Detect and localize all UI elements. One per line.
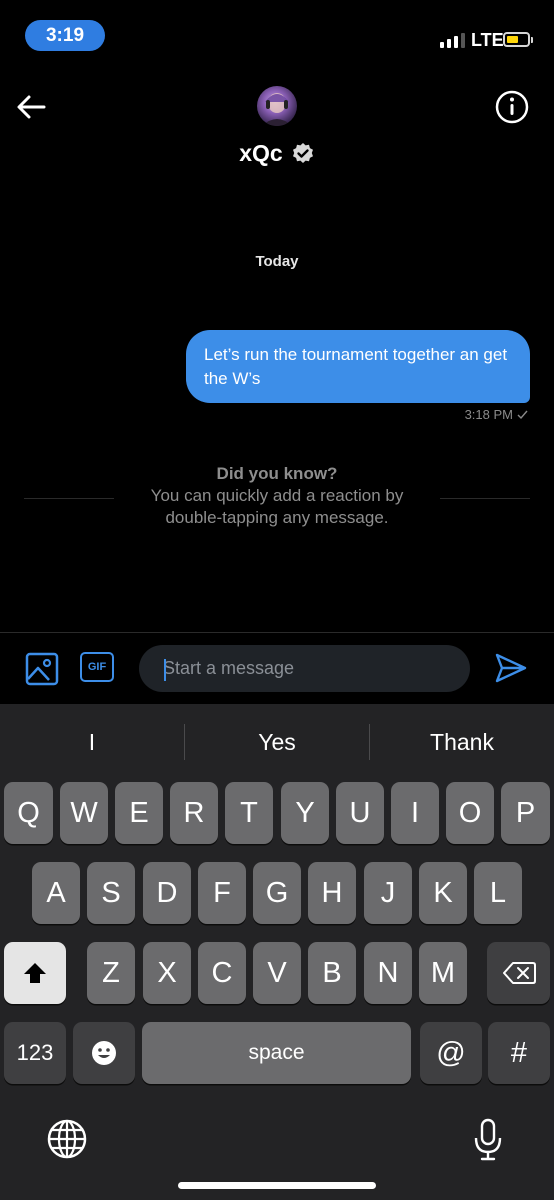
status-bar: 3:19 LTE bbox=[0, 0, 554, 70]
key-p[interactable]: P bbox=[501, 782, 550, 844]
send-icon bbox=[495, 653, 527, 683]
key-h[interactable]: H bbox=[308, 862, 356, 924]
key-u[interactable]: U bbox=[336, 782, 384, 844]
key-k[interactable]: K bbox=[419, 862, 467, 924]
info-icon bbox=[495, 90, 529, 124]
tip-title: Did you know? bbox=[216, 464, 338, 483]
key-v[interactable]: V bbox=[253, 942, 301, 1004]
suggestion-bar: I Yes Thank bbox=[0, 704, 554, 780]
message-input[interactable] bbox=[139, 645, 470, 692]
message-timestamp: 3:18 PM bbox=[465, 407, 528, 422]
message-composer: GIF bbox=[0, 632, 554, 704]
add-image-button[interactable] bbox=[25, 652, 59, 686]
battery-icon bbox=[503, 32, 533, 47]
key-l[interactable]: L bbox=[474, 862, 522, 924]
key-a[interactable]: A bbox=[32, 862, 80, 924]
message-time: 3:18 PM bbox=[464, 407, 513, 422]
backspace-icon bbox=[502, 962, 536, 984]
key-z[interactable]: Z bbox=[87, 942, 135, 1004]
info-button[interactable] bbox=[495, 90, 529, 124]
emoji-key[interactable] bbox=[73, 1022, 135, 1084]
dictation-button[interactable] bbox=[472, 1118, 504, 1162]
shift-key[interactable] bbox=[4, 942, 66, 1004]
check-icon bbox=[517, 410, 528, 419]
key-r[interactable]: R bbox=[170, 782, 218, 844]
tip-body-line1: You can quickly add a reaction by bbox=[150, 486, 404, 505]
key-j[interactable]: J bbox=[364, 862, 412, 924]
emoji-icon bbox=[92, 1041, 116, 1065]
key-b[interactable]: B bbox=[308, 942, 356, 1004]
signal-icon bbox=[440, 33, 465, 48]
numbers-key[interactable]: 123 bbox=[4, 1022, 66, 1084]
back-button[interactable] bbox=[14, 90, 48, 124]
tip-body-line2: double-tapping any message. bbox=[165, 508, 389, 527]
hash-key[interactable]: # bbox=[488, 1022, 550, 1084]
home-indicator[interactable] bbox=[178, 1182, 376, 1189]
space-key[interactable]: space bbox=[142, 1022, 411, 1084]
globe-icon bbox=[47, 1119, 87, 1159]
contact-name: xQc bbox=[239, 140, 283, 166]
contact-header[interactable]: xQc bbox=[0, 140, 554, 167]
network-label: LTE bbox=[471, 30, 504, 50]
gif-button[interactable]: GIF bbox=[80, 652, 114, 682]
key-q[interactable]: Q bbox=[4, 782, 53, 844]
avatar[interactable] bbox=[257, 86, 297, 126]
key-i[interactable]: I bbox=[391, 782, 439, 844]
shift-icon bbox=[24, 963, 46, 983]
key-n[interactable]: N bbox=[364, 942, 412, 1004]
key-x[interactable]: X bbox=[143, 942, 191, 1004]
keyboard: I Yes Thank Q W E R T Y U I O P A S D F … bbox=[0, 704, 554, 1200]
key-c[interactable]: C bbox=[198, 942, 246, 1004]
key-o[interactable]: O bbox=[446, 782, 494, 844]
arrow-left-icon bbox=[17, 95, 46, 119]
key-g[interactable]: G bbox=[253, 862, 301, 924]
suggestion-1[interactable]: I bbox=[0, 704, 184, 780]
key-e[interactable]: E bbox=[115, 782, 163, 844]
key-s[interactable]: S bbox=[87, 862, 135, 924]
image-icon bbox=[25, 652, 59, 686]
suggestion-3[interactable]: Thank bbox=[370, 704, 554, 780]
key-f[interactable]: F bbox=[198, 862, 246, 924]
message-bubble[interactable]: Let’s run the tournament together an get… bbox=[186, 330, 530, 403]
verified-badge-icon bbox=[292, 142, 313, 163]
text-caret bbox=[164, 659, 166, 681]
at-key[interactable]: @ bbox=[420, 1022, 482, 1084]
key-d[interactable]: D bbox=[143, 862, 191, 924]
key-w[interactable]: W bbox=[60, 782, 108, 844]
delete-key[interactable] bbox=[487, 942, 550, 1004]
microphone-icon bbox=[474, 1118, 502, 1161]
key-t[interactable]: T bbox=[225, 782, 273, 844]
tip-card: Did you know? You can quickly add a reac… bbox=[0, 463, 554, 529]
globe-button[interactable] bbox=[46, 1118, 88, 1160]
key-y[interactable]: Y bbox=[281, 782, 329, 844]
day-separator: Today bbox=[255, 253, 299, 270]
suggestion-2[interactable]: Yes bbox=[185, 704, 369, 780]
status-time[interactable]: 3:19 bbox=[25, 20, 105, 51]
key-m[interactable]: M bbox=[419, 942, 467, 1004]
send-button[interactable] bbox=[494, 651, 528, 685]
